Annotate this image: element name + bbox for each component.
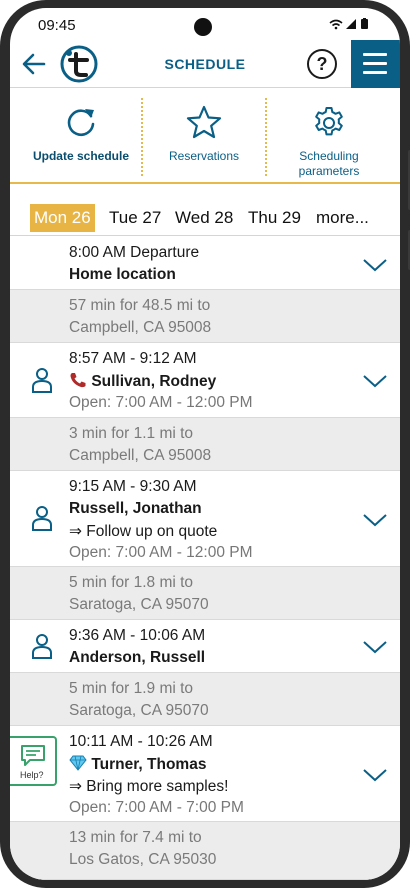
camera-cutout [194, 18, 212, 36]
list-item-appointment[interactable]: 10:11 AM - 10:26 AM Turner, Thomas ⇒ Bri… [10, 726, 400, 822]
gear-icon [315, 107, 343, 136]
toolbar-divider [265, 98, 267, 176]
help-button[interactable]: ? [307, 49, 337, 79]
tab-mon-26[interactable]: Mon 26 [30, 204, 95, 232]
travel-duration: 5 min for 1.8 mi to [69, 574, 194, 591]
appointment-name-text: Turner, Thomas [91, 756, 207, 773]
phone-frame: 09:45 SCHEDULE ? Update schedule Reserva… [0, 0, 410, 888]
hamburger-line [363, 62, 387, 65]
person-icon [32, 506, 52, 531]
help-chat-label: Help? [20, 770, 44, 780]
travel-destination: Campbell, CA 95008 [69, 447, 212, 464]
reservations-button[interactable]: Reservations [144, 88, 264, 184]
appointment-note: ⇒ Follow up on quote [69, 523, 218, 540]
list-item-travel: 57 min for 48.5 mi to Campbell, CA 95008 [10, 290, 400, 343]
app-header: SCHEDULE ? [10, 40, 400, 88]
status-bar: 09:45 [10, 8, 400, 42]
phone-icon [70, 373, 86, 388]
list-item-appointment[interactable]: 8:57 AM - 9:12 AM Sullivan, Rodney Open:… [10, 343, 400, 418]
travel-destination: Los Gatos, CA 95030 [69, 851, 217, 868]
travel-duration: 13 min for 7.4 mi to [69, 829, 202, 846]
appointment-name: Russell, Jonathan [69, 500, 202, 517]
tab-thu-29[interactable]: Thu 29 [244, 204, 305, 232]
update-schedule-button[interactable]: Update schedule [22, 88, 140, 184]
chevron-down-icon[interactable] [362, 767, 388, 783]
appointment-name: Anderson, Russell [69, 649, 206, 666]
reservations-label: Reservations [168, 149, 240, 163]
list-item-travel: 5 min for 1.8 mi to Saratoga, CA 95070 [10, 567, 400, 620]
person-icon [32, 368, 52, 393]
appointment-time: 10:11 AM - 10:26 AM [69, 733, 213, 750]
params-label-line1: Scheduling [299, 149, 359, 163]
app-logo [60, 45, 98, 83]
appointment-name-text: Sullivan, Rodney [91, 373, 217, 390]
params-label-line2: parameters [298, 164, 360, 178]
list-item-appointment[interactable]: 9:36 AM - 10:06 AM Anderson, Russell [10, 620, 400, 673]
person-icon [32, 634, 52, 659]
appointment-open-hours: Open: 7:00 AM - 12:00 PM [69, 544, 253, 561]
appointment-open-hours: Open: 7:00 AM - 12:00 PM [69, 394, 253, 411]
chevron-down-icon[interactable] [362, 639, 388, 655]
status-icons [328, 18, 374, 33]
departure-location: Home location [69, 266, 176, 283]
hamburger-line [363, 71, 387, 74]
list-item-appointment[interactable]: 9:15 AM - 9:30 AM Russell, Jonathan ⇒ Fo… [10, 471, 400, 567]
appointment-name: Sullivan, Rodney [69, 372, 216, 391]
list-item-travel: 13 min for 7.4 mi to Los Gatos, CA 95030 [10, 822, 400, 880]
departure-time: 8:00 AM Departure [69, 244, 200, 261]
chevron-down-icon[interactable] [362, 257, 388, 273]
tab-more[interactable]: more... [312, 204, 373, 232]
help-chat-button[interactable]: Help? [10, 736, 57, 786]
travel-destination: Saratoga, CA 95070 [69, 596, 209, 613]
travel-duration: 5 min for 1.9 mi to [69, 680, 194, 697]
list-item-travel: 3 min for 1.1 mi to Campbell, CA 95008 [10, 418, 400, 471]
hamburger-icon [363, 53, 387, 56]
scheduling-parameters-label: Scheduling parameters [268, 149, 390, 179]
status-time: 09:45 [38, 17, 76, 34]
list-item-departure[interactable]: 8:00 AM Departure Home location [10, 237, 400, 290]
chevron-down-icon[interactable] [362, 373, 388, 389]
schedule-list: 8:00 AM Departure Home location 57 min f… [10, 237, 400, 880]
chat-icon [21, 745, 45, 766]
travel-duration: 3 min for 1.1 mi to [69, 425, 194, 442]
refresh-icon [67, 109, 95, 137]
page-title: SCHEDULE [164, 56, 246, 72]
signal-icon [329, 18, 368, 30]
menu-button[interactable] [351, 40, 400, 88]
tab-wed-28[interactable]: Wed 28 [171, 204, 237, 232]
day-tabs: Mon 26 Tue 27 Wed 28 Thu 29 more... [10, 190, 400, 236]
scheduling-parameters-button[interactable]: Scheduling parameters [268, 88, 390, 184]
action-toolbar: Update schedule Reservations Scheduling … [10, 88, 400, 184]
toolbar-divider [141, 98, 143, 176]
appointment-open-hours: Open: 7:00 AM - 7:00 PM [69, 799, 244, 816]
star-icon [186, 105, 222, 139]
travel-destination: Saratoga, CA 95070 [69, 702, 209, 719]
back-arrow-icon[interactable] [20, 50, 48, 78]
appointment-time: 8:57 AM - 9:12 AM [69, 350, 197, 367]
travel-destination: Campbell, CA 95008 [69, 319, 212, 336]
tab-tue-27[interactable]: Tue 27 [105, 204, 165, 232]
travel-duration: 57 min for 48.5 mi to [69, 297, 211, 314]
list-item-travel: 5 min for 1.9 mi to Saratoga, CA 95070 [10, 673, 400, 726]
screen: 09:45 SCHEDULE ? Update schedule Reserva… [10, 8, 400, 880]
chevron-down-icon[interactable] [362, 512, 388, 528]
update-schedule-label: Update schedule [32, 149, 130, 163]
appointment-time: 9:15 AM - 9:30 AM [69, 478, 197, 495]
appointment-time: 9:36 AM - 10:06 AM [69, 627, 206, 644]
appointment-note: ⇒ Bring more samples! [69, 778, 229, 795]
diamond-icon [69, 755, 87, 771]
appointment-name: Turner, Thomas [69, 755, 206, 774]
